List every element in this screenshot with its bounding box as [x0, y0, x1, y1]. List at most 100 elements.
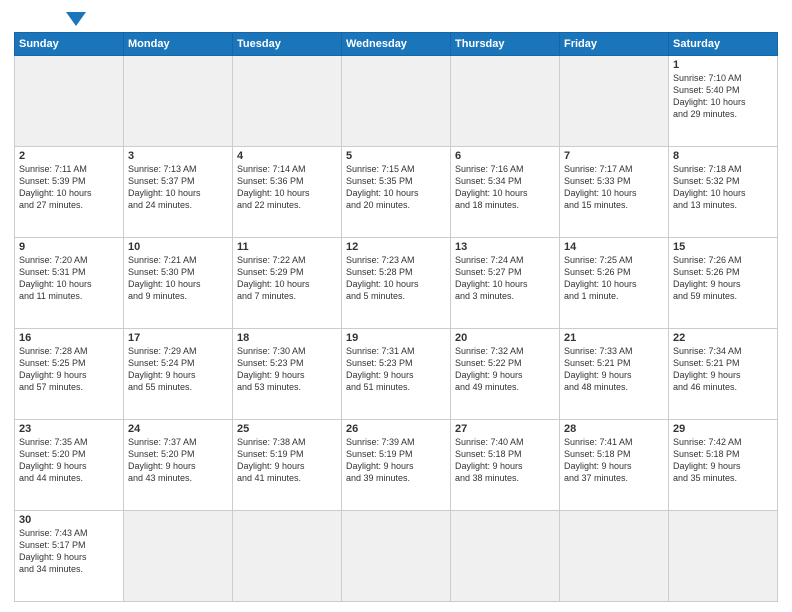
- day-info: Sunrise: 7:28 AM Sunset: 5:25 PM Dayligh…: [19, 345, 119, 394]
- day-number: 5: [346, 150, 446, 162]
- day-info: Sunrise: 7:16 AM Sunset: 5:34 PM Dayligh…: [455, 163, 555, 212]
- weekday-header-sunday: Sunday: [15, 33, 124, 56]
- calendar-cell: 1Sunrise: 7:10 AM Sunset: 5:40 PM Daylig…: [669, 56, 778, 147]
- day-number: 4: [237, 150, 337, 162]
- day-info: Sunrise: 7:40 AM Sunset: 5:18 PM Dayligh…: [455, 436, 555, 485]
- day-info: Sunrise: 7:32 AM Sunset: 5:22 PM Dayligh…: [455, 345, 555, 394]
- calendar-cell: 19Sunrise: 7:31 AM Sunset: 5:23 PM Dayli…: [342, 329, 451, 420]
- calendar-cell: [342, 56, 451, 147]
- day-info: Sunrise: 7:31 AM Sunset: 5:23 PM Dayligh…: [346, 345, 446, 394]
- day-number: 10: [128, 241, 228, 253]
- day-number: 12: [346, 241, 446, 253]
- day-info: Sunrise: 7:13 AM Sunset: 5:37 PM Dayligh…: [128, 163, 228, 212]
- day-number: 9: [19, 241, 119, 253]
- calendar-cell: 11Sunrise: 7:22 AM Sunset: 5:29 PM Dayli…: [233, 238, 342, 329]
- day-number: 27: [455, 423, 555, 435]
- calendar-cell: 28Sunrise: 7:41 AM Sunset: 5:18 PM Dayli…: [560, 420, 669, 511]
- weekday-header-tuesday: Tuesday: [233, 33, 342, 56]
- day-info: Sunrise: 7:25 AM Sunset: 5:26 PM Dayligh…: [564, 254, 664, 303]
- page: SundayMondayTuesdayWednesdayThursdayFrid…: [0, 0, 792, 612]
- calendar-cell: 26Sunrise: 7:39 AM Sunset: 5:19 PM Dayli…: [342, 420, 451, 511]
- day-number: 20: [455, 332, 555, 344]
- day-info: Sunrise: 7:23 AM Sunset: 5:28 PM Dayligh…: [346, 254, 446, 303]
- day-info: Sunrise: 7:38 AM Sunset: 5:19 PM Dayligh…: [237, 436, 337, 485]
- calendar-cell: 21Sunrise: 7:33 AM Sunset: 5:21 PM Dayli…: [560, 329, 669, 420]
- calendar-cell: 9Sunrise: 7:20 AM Sunset: 5:31 PM Daylig…: [15, 238, 124, 329]
- logo: [14, 10, 86, 26]
- calendar-cell: 2Sunrise: 7:11 AM Sunset: 5:39 PM Daylig…: [15, 147, 124, 238]
- day-info: Sunrise: 7:37 AM Sunset: 5:20 PM Dayligh…: [128, 436, 228, 485]
- day-info: Sunrise: 7:39 AM Sunset: 5:19 PM Dayligh…: [346, 436, 446, 485]
- day-info: Sunrise: 7:14 AM Sunset: 5:36 PM Dayligh…: [237, 163, 337, 212]
- logo-triangle-icon: [66, 12, 86, 26]
- calendar-row-4: 23Sunrise: 7:35 AM Sunset: 5:20 PM Dayli…: [15, 420, 778, 511]
- calendar-cell: 29Sunrise: 7:42 AM Sunset: 5:18 PM Dayli…: [669, 420, 778, 511]
- calendar-cell: 14Sunrise: 7:25 AM Sunset: 5:26 PM Dayli…: [560, 238, 669, 329]
- day-number: 29: [673, 423, 773, 435]
- day-number: 30: [19, 514, 119, 526]
- calendar-cell: 5Sunrise: 7:15 AM Sunset: 5:35 PM Daylig…: [342, 147, 451, 238]
- day-info: Sunrise: 7:29 AM Sunset: 5:24 PM Dayligh…: [128, 345, 228, 394]
- calendar-cell: 15Sunrise: 7:26 AM Sunset: 5:26 PM Dayli…: [669, 238, 778, 329]
- calendar-cell: [342, 511, 451, 602]
- day-number: 25: [237, 423, 337, 435]
- calendar-cell: 23Sunrise: 7:35 AM Sunset: 5:20 PM Dayli…: [15, 420, 124, 511]
- calendar-cell: 6Sunrise: 7:16 AM Sunset: 5:34 PM Daylig…: [451, 147, 560, 238]
- day-info: Sunrise: 7:18 AM Sunset: 5:32 PM Dayligh…: [673, 163, 773, 212]
- weekday-header-thursday: Thursday: [451, 33, 560, 56]
- day-number: 19: [346, 332, 446, 344]
- day-number: 17: [128, 332, 228, 344]
- day-info: Sunrise: 7:41 AM Sunset: 5:18 PM Dayligh…: [564, 436, 664, 485]
- calendar-cell: [124, 511, 233, 602]
- calendar-cell: 13Sunrise: 7:24 AM Sunset: 5:27 PM Dayli…: [451, 238, 560, 329]
- calendar-cell: [451, 56, 560, 147]
- day-number: 22: [673, 332, 773, 344]
- calendar-cell: 17Sunrise: 7:29 AM Sunset: 5:24 PM Dayli…: [124, 329, 233, 420]
- day-number: 6: [455, 150, 555, 162]
- day-info: Sunrise: 7:42 AM Sunset: 5:18 PM Dayligh…: [673, 436, 773, 485]
- day-number: 2: [19, 150, 119, 162]
- day-number: 11: [237, 241, 337, 253]
- calendar-cell: 22Sunrise: 7:34 AM Sunset: 5:21 PM Dayli…: [669, 329, 778, 420]
- calendar-cell: 4Sunrise: 7:14 AM Sunset: 5:36 PM Daylig…: [233, 147, 342, 238]
- day-number: 8: [673, 150, 773, 162]
- calendar-cell: [560, 56, 669, 147]
- calendar-row-0: 1Sunrise: 7:10 AM Sunset: 5:40 PM Daylig…: [15, 56, 778, 147]
- calendar-cell: 25Sunrise: 7:38 AM Sunset: 5:19 PM Dayli…: [233, 420, 342, 511]
- day-info: Sunrise: 7:17 AM Sunset: 5:33 PM Dayligh…: [564, 163, 664, 212]
- day-info: Sunrise: 7:43 AM Sunset: 5:17 PM Dayligh…: [19, 527, 119, 576]
- calendar-cell: 10Sunrise: 7:21 AM Sunset: 5:30 PM Dayli…: [124, 238, 233, 329]
- calendar-row-2: 9Sunrise: 7:20 AM Sunset: 5:31 PM Daylig…: [15, 238, 778, 329]
- calendar-header-row: SundayMondayTuesdayWednesdayThursdayFrid…: [15, 33, 778, 56]
- day-number: 15: [673, 241, 773, 253]
- header: [14, 10, 778, 26]
- day-number: 14: [564, 241, 664, 253]
- calendar-cell: 3Sunrise: 7:13 AM Sunset: 5:37 PM Daylig…: [124, 147, 233, 238]
- calendar-row-5: 30Sunrise: 7:43 AM Sunset: 5:17 PM Dayli…: [15, 511, 778, 602]
- day-info: Sunrise: 7:11 AM Sunset: 5:39 PM Dayligh…: [19, 163, 119, 212]
- day-number: 16: [19, 332, 119, 344]
- calendar-row-3: 16Sunrise: 7:28 AM Sunset: 5:25 PM Dayli…: [15, 329, 778, 420]
- calendar-cell: 12Sunrise: 7:23 AM Sunset: 5:28 PM Dayli…: [342, 238, 451, 329]
- calendar-cell: [560, 511, 669, 602]
- day-info: Sunrise: 7:15 AM Sunset: 5:35 PM Dayligh…: [346, 163, 446, 212]
- calendar-cell: 30Sunrise: 7:43 AM Sunset: 5:17 PM Dayli…: [15, 511, 124, 602]
- weekday-header-saturday: Saturday: [669, 33, 778, 56]
- day-info: Sunrise: 7:30 AM Sunset: 5:23 PM Dayligh…: [237, 345, 337, 394]
- day-info: Sunrise: 7:21 AM Sunset: 5:30 PM Dayligh…: [128, 254, 228, 303]
- calendar-cell: 18Sunrise: 7:30 AM Sunset: 5:23 PM Dayli…: [233, 329, 342, 420]
- weekday-header-friday: Friday: [560, 33, 669, 56]
- day-number: 1: [673, 59, 773, 71]
- day-info: Sunrise: 7:24 AM Sunset: 5:27 PM Dayligh…: [455, 254, 555, 303]
- day-number: 7: [564, 150, 664, 162]
- calendar-cell: 20Sunrise: 7:32 AM Sunset: 5:22 PM Dayli…: [451, 329, 560, 420]
- calendar-cell: 16Sunrise: 7:28 AM Sunset: 5:25 PM Dayli…: [15, 329, 124, 420]
- day-info: Sunrise: 7:33 AM Sunset: 5:21 PM Dayligh…: [564, 345, 664, 394]
- day-info: Sunrise: 7:26 AM Sunset: 5:26 PM Dayligh…: [673, 254, 773, 303]
- day-number: 24: [128, 423, 228, 435]
- calendar-cell: [233, 511, 342, 602]
- weekday-header-monday: Monday: [124, 33, 233, 56]
- day-number: 28: [564, 423, 664, 435]
- day-info: Sunrise: 7:10 AM Sunset: 5:40 PM Dayligh…: [673, 72, 773, 121]
- calendar-cell: [15, 56, 124, 147]
